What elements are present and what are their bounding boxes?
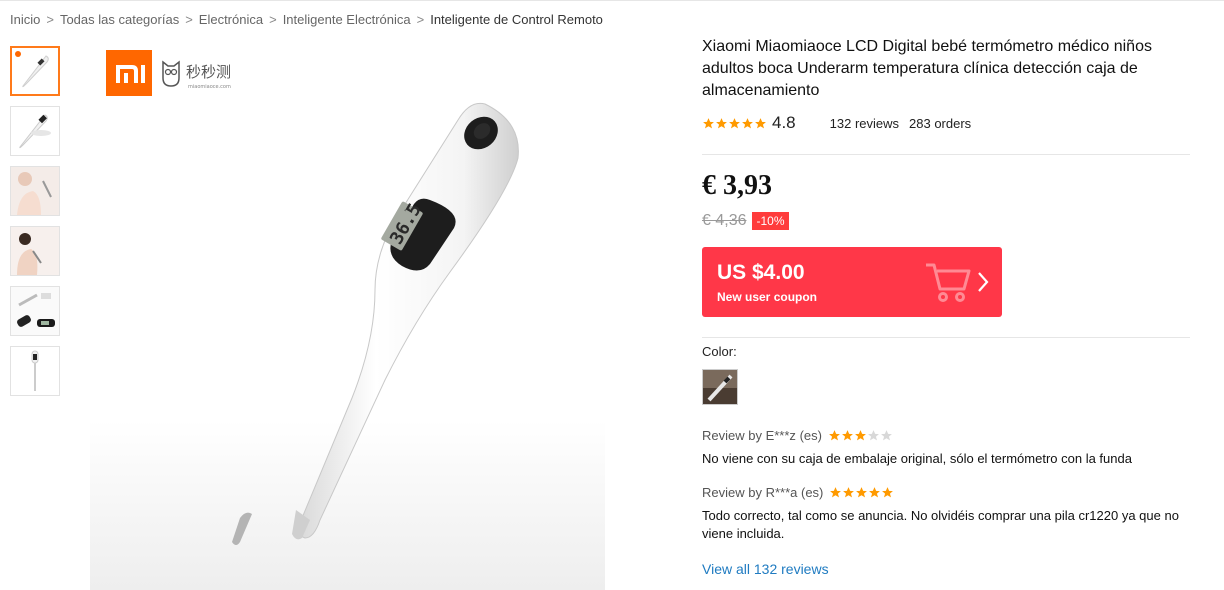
review-item: Review by E***z (es) No viene con su caj… [702,428,1212,468]
star-icon [716,117,727,128]
coupon-label: New user coupon [717,290,818,304]
thumbnail-thermometer-image [15,51,49,88]
review-header: Review by R***a (es) [702,485,1212,500]
thumbnail-2[interactable] [10,106,60,156]
review-text: No viene con su caja de embalaje origina… [702,451,1132,466]
breadcrumb-home[interactable]: Inicio [10,12,40,27]
discount-badge: -10% [752,212,789,230]
color-swatch-image [703,370,737,404]
breadcrumb-separator: > [416,12,425,27]
thumbnail-1[interactable] [10,46,60,96]
star-empty-icon [881,430,892,441]
new-user-coupon-button[interactable]: US $4.00 New user coupon [702,247,1002,317]
star-icon [856,487,868,498]
color-swatch[interactable] [702,369,738,405]
star-empty-icon [868,430,879,441]
star-icon [842,430,853,441]
rating-value: 4.8 [772,113,796,132]
star-icon [830,487,842,498]
review-author: Review by E***z [702,428,796,443]
rating-row: 4.8 132 reviews 283 orders [702,112,981,134]
star-icon [755,117,766,128]
review-stars [828,429,893,442]
divider [702,154,1190,155]
coupon-amount: US $4.00 [717,261,805,284]
main-product-image[interactable]: 秒秒测 miaomiaoce.com 36.5 °c [90,40,605,590]
thermometer-image: 36.5 °c [90,102,605,590]
star-icon [729,117,740,128]
old-price-row: € 4,36 -10% [702,212,789,230]
thumbnail-woman-underarm-image [11,227,59,275]
thumbnail-list [10,46,60,406]
breadcrumb: Inicio > Todas las categorías > Electrónica >… [10,12,603,27]
thumbnail-4[interactable] [10,226,60,276]
star-icon [882,487,894,498]
divider [702,337,1190,338]
breadcrumb-separator: > [269,12,277,27]
star-icon [703,117,714,128]
color-label: Color: [702,344,737,359]
thumbnail-6[interactable] [10,346,60,396]
chevron-right-icon [978,272,989,292]
view-all-reviews-link[interactable]: View all 132 reviews [702,561,829,577]
star-icon [843,487,855,498]
thumbnail-thermometer-case-image [19,114,51,149]
shopping-cart-icon [926,263,971,302]
rating-stars [702,117,767,130]
review-language: (es) [799,428,822,443]
thumbnail-thermometer-vertical-image [31,350,39,391]
product-title: Xiaomi Miaomiaoce LCD Digital bebé termó… [702,38,1152,99]
thumbnail-3[interactable] [10,166,60,216]
thumbnail-5[interactable] [10,286,60,336]
review-header: Review by E***z (es) [702,428,1212,443]
original-price: € 4,36 [702,212,747,229]
review-stars [829,486,894,499]
breadcrumb-current: Inteligente de Control Remoto [430,12,603,27]
star-icon [829,430,840,441]
review-author: Review by R***a [702,485,798,500]
breadcrumb-separator: > [185,12,193,27]
reviews-count[interactable]: 132 reviews [830,116,899,131]
thumbnail-components-image [11,287,59,335]
review-language: (es) [801,485,824,500]
current-price: € 3,93 [702,170,772,201]
star-icon [742,117,753,128]
breadcrumb-smart-electronics[interactable]: Inteligente Electrónica [283,12,411,27]
top-border [0,0,1224,4]
thumbnail-woman-mouth-image [11,167,59,215]
breadcrumb-all-categories[interactable]: Todas las categorías [60,12,179,27]
star-icon [855,430,866,441]
star-icon [869,487,881,498]
breadcrumb-separator: > [46,12,54,27]
review-text: Todo correcto, tal como se anuncia. No o… [702,508,1179,541]
orders-count: 283 orders [909,115,972,131]
breadcrumb-electronics[interactable]: Electrónica [199,12,263,27]
review-item: Review by R***a (es) Todo correcto, tal … [702,485,1212,543]
